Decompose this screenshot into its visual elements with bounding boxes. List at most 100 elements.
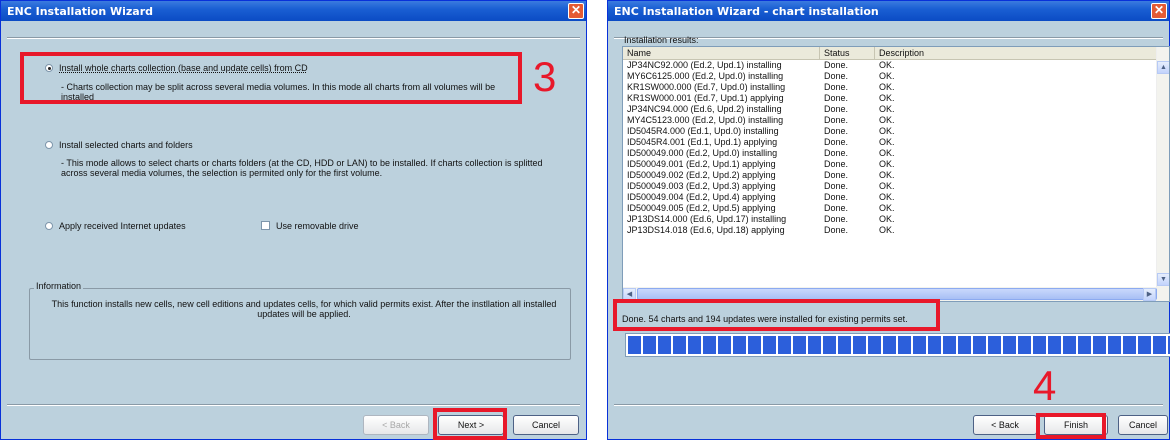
window-title: ENC Installation Wizard - chart installa…: [614, 5, 879, 18]
divider: [7, 404, 580, 406]
cell-status: Done.: [824, 181, 849, 191]
table-row[interactable]: ID500049.002 (Ed.2, Upd.2) applying Done.…: [623, 170, 1158, 181]
cell-status: Done.: [824, 170, 849, 180]
scroll-up-icon[interactable]: ▲: [1157, 61, 1169, 74]
cell-description: OK.: [879, 60, 895, 70]
progress-bar: [625, 333, 1170, 357]
highlight-next-box: [433, 408, 507, 440]
cell-status: Done.: [824, 214, 849, 224]
step-marker-4: 4: [1033, 362, 1057, 409]
table-row[interactable]: ID5045R4.001 (Ed.1, Upd.1) applying Done.…: [623, 137, 1158, 148]
cell-description: OK.: [879, 82, 895, 92]
progress-fill: [628, 336, 1170, 354]
title-bar[interactable]: ENC Installation Wizard - chart installa…: [608, 1, 1169, 21]
cell-name: ID5045R4.000 (Ed.1, Upd.0) installing: [627, 126, 779, 136]
cell-name: ID500049.002 (Ed.2, Upd.2) applying: [627, 170, 776, 180]
cancel-button[interactable]: Cancel: [513, 415, 579, 435]
cell-name: ID500049.001 (Ed.2, Upd.1) applying: [627, 159, 776, 169]
option-internet-updates-label[interactable]: Apply received Internet updates: [59, 221, 186, 231]
table-row[interactable]: ID500049.000 (Ed.2, Upd.0) installing Don…: [623, 148, 1158, 159]
window-title: ENC Installation Wizard: [7, 5, 154, 18]
cell-name: JP34NC94.000 (Ed.6, Upd.2) installing: [627, 104, 782, 114]
option-selected-charts-radio[interactable]: [45, 141, 53, 149]
cell-status: Done.: [824, 60, 849, 70]
divider: [7, 37, 580, 39]
table-row[interactable]: ID500049.001 (Ed.2, Upd.1) applying Done.…: [623, 159, 1158, 170]
cell-status: Done.: [824, 71, 849, 81]
table-row[interactable]: JP34NC94.000 (Ed.6, Upd.2) installing Don…: [623, 104, 1158, 115]
enc-wizard-window: ENC Installation Wizard ✕ Install whole …: [0, 0, 587, 440]
cell-description: OK.: [879, 137, 895, 147]
cell-description: OK.: [879, 214, 895, 224]
cell-status: Done.: [824, 126, 849, 136]
cell-description: OK.: [879, 203, 895, 213]
table-row[interactable]: JP13DS14.000 (Ed.6, Upd.17) installing Do…: [623, 214, 1158, 225]
cell-description: OK.: [879, 181, 895, 191]
information-group-title: Information: [34, 281, 84, 291]
back-button[interactable]: < Back: [973, 415, 1037, 435]
table-row[interactable]: JP13DS14.018 (Ed.6, Upd.18) applying Done…: [623, 225, 1158, 236]
cell-name: KR1SW000.000 (Ed.7, Upd.0) installing: [627, 82, 786, 92]
table-row[interactable]: ID500049.004 (Ed.2, Upd.4) applying Done.…: [623, 192, 1158, 203]
table-row[interactable]: ID5045R4.000 (Ed.1, Upd.0) installing Don…: [623, 126, 1158, 137]
cell-status: Done.: [824, 115, 849, 125]
installation-results-list[interactable]: Name Status Description JP34NC92.000 (Ed…: [622, 46, 1170, 302]
scroll-down-icon[interactable]: ▼: [1157, 273, 1169, 286]
removable-drive-label[interactable]: Use removable drive: [276, 221, 359, 231]
table-row[interactable]: ID500049.003 (Ed.2, Upd.3) applying Done.…: [623, 181, 1158, 192]
table-row[interactable]: KR1SW000.001 (Ed.7, Upd.1) applying Done.…: [623, 93, 1158, 104]
removable-drive-checkbox[interactable]: [261, 221, 270, 230]
information-text: This function installs new cells, new ce…: [51, 299, 557, 319]
table-row[interactable]: MY4C5123.000 (Ed.2, Upd.0) installing Don…: [623, 115, 1158, 126]
cell-description: OK.: [879, 115, 895, 125]
cell-name: ID5045R4.001 (Ed.1, Upd.1) applying: [627, 137, 778, 147]
cell-name: ID500049.005 (Ed.2, Upd.5) applying: [627, 203, 776, 213]
cell-status: Done.: [824, 93, 849, 103]
cell-status: Done.: [824, 203, 849, 213]
cell-description: OK.: [879, 148, 895, 158]
cell-status: Done.: [824, 192, 849, 202]
cell-status: Done.: [824, 82, 849, 92]
back-button[interactable]: < Back: [363, 415, 429, 435]
cell-description: OK.: [879, 192, 895, 202]
cell-description: OK.: [879, 71, 895, 81]
title-bar[interactable]: ENC Installation Wizard ✕: [1, 1, 586, 21]
column-header-description[interactable]: Description: [875, 47, 1169, 60]
cell-status: Done.: [824, 159, 849, 169]
option-selected-charts-description: - This mode allows to select charts or c…: [61, 158, 543, 178]
enc-wizard-chart-installation-window: ENC Installation Wizard - chart installa…: [607, 0, 1170, 440]
cell-status: Done.: [824, 137, 849, 147]
table-row[interactable]: KR1SW000.000 (Ed.7, Upd.0) installing Don…: [623, 82, 1158, 93]
cell-name: ID500049.004 (Ed.2, Upd.4) applying: [627, 192, 776, 202]
highlight-status-box: [613, 299, 940, 331]
cell-description: OK.: [879, 225, 895, 235]
cell-name: ID500049.003 (Ed.2, Upd.3) applying: [627, 181, 776, 191]
option-selected-charts-label[interactable]: Install selected charts and folders: [59, 140, 193, 150]
scroll-right-icon[interactable]: ▶: [1143, 288, 1156, 301]
cell-status: Done.: [824, 225, 849, 235]
table-row[interactable]: ID500049.005 (Ed.2, Upd.5) applying Done.…: [623, 203, 1158, 214]
cell-name: JP13DS14.018 (Ed.6, Upd.18) applying: [627, 225, 785, 235]
cell-name: ID500049.000 (Ed.2, Upd.0) installing: [627, 148, 778, 158]
cell-name: MY4C5123.000 (Ed.2, Upd.0) installing: [627, 115, 784, 125]
cell-name: MY6C6125.000 (Ed.2, Upd.0) installing: [627, 71, 784, 81]
close-button[interactable]: ✕: [568, 3, 584, 19]
cell-description: OK.: [879, 159, 895, 169]
close-button[interactable]: ✕: [1151, 3, 1167, 19]
cancel-button[interactable]: Cancel: [1118, 415, 1168, 435]
option-internet-updates-radio[interactable]: [45, 222, 53, 230]
highlight-finish-box: [1036, 413, 1106, 439]
cell-description: OK.: [879, 126, 895, 136]
divider: [614, 404, 1163, 406]
column-header-name[interactable]: Name: [623, 47, 820, 60]
step-marker-3: 3: [533, 53, 557, 100]
vertical-scrollbar[interactable]: ▲ ▼: [1156, 47, 1169, 287]
cell-description: OK.: [879, 104, 895, 114]
cell-status: Done.: [824, 148, 849, 158]
cell-name: JP34NC92.000 (Ed.2, Upd.1) installing: [627, 60, 782, 70]
column-header-status[interactable]: Status: [820, 47, 875, 60]
table-row[interactable]: MY6C6125.000 (Ed.2, Upd.0) installing Don…: [623, 71, 1158, 82]
cell-status: Done.: [824, 104, 849, 114]
highlight-option-box: [20, 52, 522, 104]
table-row[interactable]: JP34NC92.000 (Ed.2, Upd.1) installing Don…: [623, 60, 1158, 71]
